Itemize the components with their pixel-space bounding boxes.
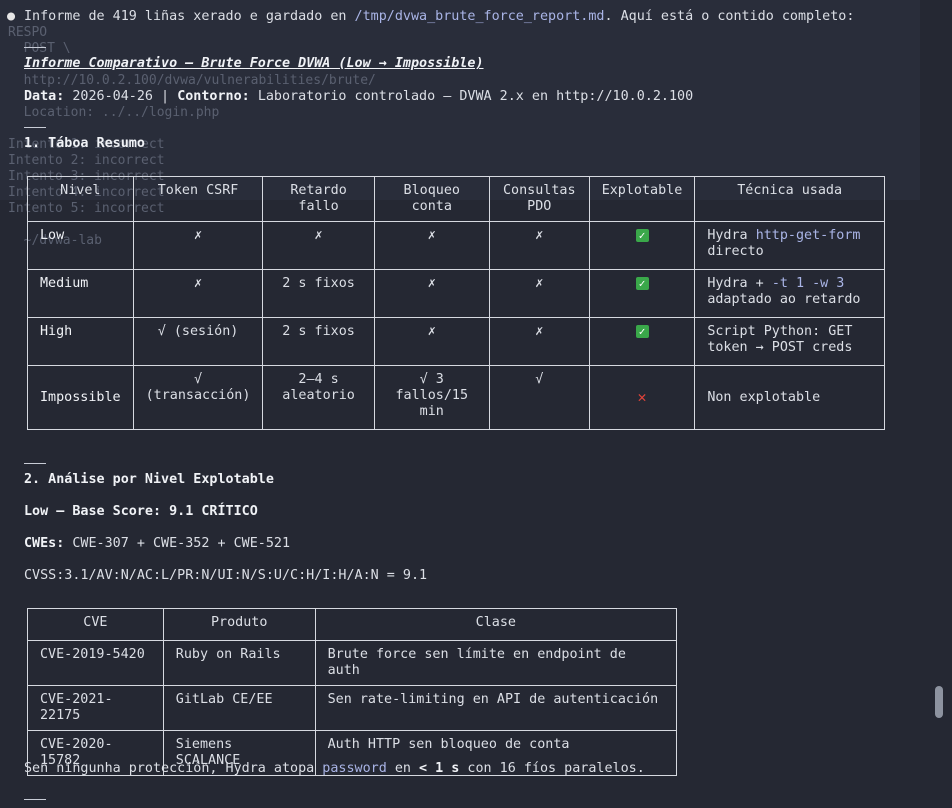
ghost-line: Location: ../../login.php bbox=[8, 105, 220, 120]
cve-table: CVE Produto Clase CVE-2019-5420 Ruby on Rai… bbox=[27, 608, 678, 776]
summary-header-cell: Explotable bbox=[588, 176, 696, 222]
level-cell: Medium bbox=[27, 269, 134, 318]
cve-id-cell: CVE-2021-22175 bbox=[27, 685, 164, 731]
technique-text: Script Python: GET token → POST creds bbox=[707, 324, 853, 355]
bullet-icon: ● bbox=[7, 9, 16, 24]
exploitable-cell: ✓ bbox=[588, 269, 696, 318]
class-cell: Sen rate-limiting en API de autenticació… bbox=[314, 685, 678, 731]
product-cell: Ruby on Rails bbox=[162, 640, 316, 686]
divider bbox=[24, 47, 46, 48]
check-icon: ✓ bbox=[635, 277, 649, 290]
exploitable-cell: ✕ bbox=[588, 365, 696, 430]
csrf-cell: ✗ bbox=[132, 221, 264, 270]
technique-cell: Non explotable bbox=[694, 365, 885, 430]
scrollbar-thumb[interactable] bbox=[935, 686, 943, 718]
ghost-line: POST \ bbox=[8, 41, 71, 56]
technique-cell: Script Python: GET token → POST creds bbox=[694, 317, 885, 366]
delay-cell: 2 s fixos bbox=[262, 269, 375, 318]
class-cell: Brute force sen límite en endpoint de au… bbox=[314, 640, 678, 686]
cvss-vector: CVSS:3.1/AV:N/AC:L/PR:N/UI:N/S:U/C:H/I:H… bbox=[24, 568, 428, 583]
csrf-cell: √ (sesión) bbox=[132, 317, 264, 366]
level-cell: Impossible bbox=[27, 365, 134, 430]
technique-cell: Hydra + -t 1 -w 3 adaptado ao retardo bbox=[694, 269, 885, 318]
check-icon: ✓ bbox=[635, 229, 649, 242]
lock-cell: ✗ bbox=[373, 221, 490, 270]
ghost-line: Intento 2: incorrect bbox=[8, 153, 165, 168]
level-cell: High bbox=[27, 317, 134, 366]
pdo-cell: ✗ bbox=[488, 317, 590, 366]
summary-header-cell: Token CSRF bbox=[132, 176, 264, 222]
table-row: High √ (sesión) 2 s fixos ✗ ✗ ✓ Script Python:… bbox=[27, 317, 885, 366]
summary-header-cell: Consultas PDO bbox=[488, 176, 590, 222]
delay-cell: 2 s fixos bbox=[262, 317, 375, 366]
cwes-line: CWEs: CWE-307 + CWE-352 + CWE-521 bbox=[24, 536, 291, 551]
technique-cell: Hydra http-get-form directo bbox=[694, 221, 885, 270]
summary-header-cell: Bloqueo conta bbox=[373, 176, 490, 222]
product-cell: GitLab CE/EE bbox=[162, 685, 316, 731]
summary-header-cell: Técnica usada bbox=[694, 176, 885, 222]
pdo-cell: √ bbox=[488, 365, 590, 430]
cve-header-cell: Produto bbox=[162, 608, 316, 641]
summary-heading: 1. Táboa Resumo bbox=[24, 136, 145, 151]
lock-cell: √ 3 fallos/15 min bbox=[373, 365, 490, 430]
cross-icon: ✕ bbox=[637, 387, 647, 406]
ghost-line: http://10.0.2.100/dvwa/vulnerabilities/b… bbox=[8, 73, 376, 88]
level-cell: Low bbox=[27, 221, 134, 270]
report-meta: Data: 2026-04-26 | Contorno: Laboratorio… bbox=[24, 89, 694, 104]
technique-text: adaptado ao retardo bbox=[707, 292, 861, 307]
pdo-cell: ✗ bbox=[488, 221, 590, 270]
divider bbox=[24, 799, 46, 800]
exploitable-cell: ✓ bbox=[588, 221, 696, 270]
technique-text: Hydra + bbox=[707, 276, 772, 291]
cve-id-cell: CVE-2019-5420 bbox=[27, 640, 164, 686]
low-score-title: Low — Base Score: 9.1 CRÍTICO bbox=[24, 504, 258, 519]
technique-text: Hydra bbox=[707, 228, 756, 243]
technique-text: directo bbox=[707, 244, 764, 259]
table-row: Medium ✗ 2 s fixos ✗ ✗ ✓ Hydra + -t 1 -w 3 ada… bbox=[27, 269, 885, 318]
check-icon: ✓ bbox=[635, 325, 649, 338]
technique-code: -t 1 -w 3 bbox=[771, 276, 845, 291]
csrf-cell: √ (transacción) bbox=[132, 365, 264, 430]
cve-header-cell: CVE bbox=[27, 608, 164, 641]
table-row: Impossible √ (transacción) 2–4 s aleatorio… bbox=[27, 365, 885, 430]
intro-line: Informe de 419 liñas xerado e gardado en… bbox=[24, 9, 855, 24]
delay-cell: ✗ bbox=[262, 221, 375, 270]
table-row: CVE-2019-5420 Ruby on Rails Brute force se… bbox=[27, 640, 678, 686]
pdo-cell: ✗ bbox=[488, 269, 590, 318]
summary-table: Nivel Token CSRF Retardo fallo Bloqueo cont… bbox=[27, 176, 885, 430]
lock-cell: ✗ bbox=[373, 317, 490, 366]
delay-cell: 2–4 s aleatorio bbox=[262, 365, 375, 430]
analysis-heading: 2. Análise por Nivel Explotable bbox=[24, 472, 274, 487]
cve-header-cell: Clase bbox=[314, 608, 678, 641]
report-title: Informe Comparativo — Brute Force DVWA (… bbox=[24, 56, 484, 71]
technique-code: http-get-form bbox=[755, 228, 861, 243]
divider bbox=[24, 127, 46, 128]
summary-header-cell: Retardo fallo bbox=[262, 176, 375, 222]
csrf-cell: ✗ bbox=[132, 269, 264, 318]
table-row: CVE-2021-22175 GitLab CE/EE Sen rate-limit… bbox=[27, 685, 678, 731]
technique-text: Non explotable bbox=[707, 389, 821, 405]
report-path[interactable]: /tmp/dvwa_brute_force_report.md bbox=[355, 9, 605, 24]
ghost-line: RESPO bbox=[8, 25, 48, 40]
exploitable-cell: ✓ bbox=[588, 317, 696, 366]
summary-header-cell: Nivel bbox=[27, 176, 134, 222]
table-row: Low ✗ ✗ ✗ ✗ ✓ Hydra http-get-form directo bbox=[27, 221, 885, 270]
lock-cell: ✗ bbox=[373, 269, 490, 318]
note-line: Sen ningunha protección, Hydra atopa pas… bbox=[24, 761, 645, 776]
divider bbox=[24, 463, 46, 464]
